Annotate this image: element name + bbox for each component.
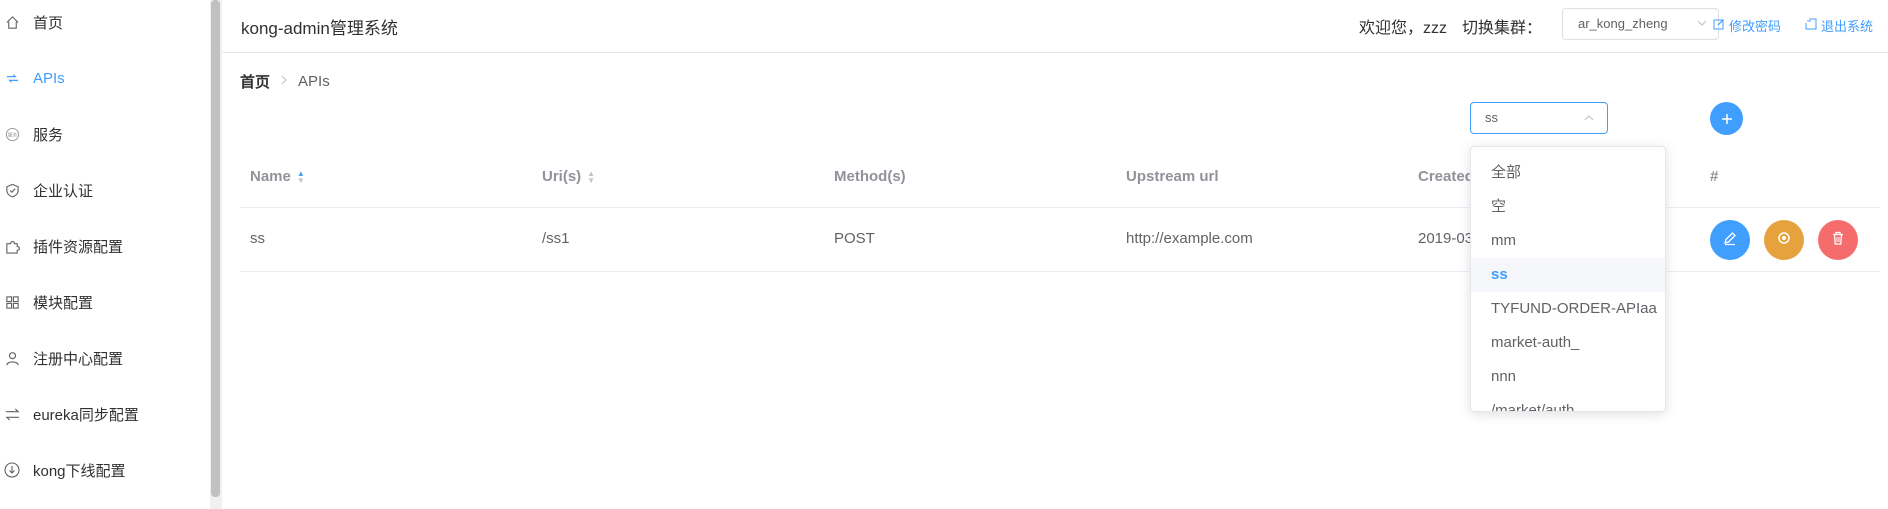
chevron-right-icon (280, 74, 288, 89)
cell-methods: POST (834, 230, 875, 247)
cell-upstream: http://example.com (1126, 230, 1253, 247)
column-header-methods: Method(s) (834, 168, 906, 185)
column-header-name[interactable]: Name ▲ ▼ (250, 168, 305, 185)
logout-icon (1805, 18, 1817, 33)
sidebar-item-enterprise-auth[interactable]: 企业认证 (0, 162, 210, 218)
chevron-up-icon (1583, 103, 1595, 144)
sidebar: 首页 APIs 服务 服务 企业认证 插件资源配置 模块配置 注册中心配置 eu… (0, 0, 222, 509)
sidebar-item-label: 插件资源配置 (33, 238, 124, 256)
welcome-text: 欢迎您，zzz (1359, 20, 1448, 37)
delete-button[interactable] (1818, 220, 1858, 260)
sidebar-item-label: 企业认证 (33, 182, 94, 200)
api-filter-select[interactable]: ss (1470, 102, 1608, 134)
dropdown-option[interactable]: /market/auth (1471, 394, 1665, 411)
dropdown-option-selected[interactable]: ss (1471, 258, 1665, 292)
sidebar-item-module-config[interactable]: 模块配置 (0, 274, 210, 330)
sidebar-item-label: APIs (33, 69, 65, 87)
dropdown-option[interactable]: 空 (1471, 190, 1665, 224)
sidebar-item-label: 服务 (33, 126, 64, 144)
sidebar-item-label: 首页 (33, 14, 64, 32)
logout-link[interactable]: 退出系统 (1805, 16, 1873, 35)
sidebar-item-kong-offline[interactable]: kong下线配置 (0, 442, 210, 498)
cell-name: ss (250, 230, 265, 247)
dropdown-option[interactable]: market-auth_ (1471, 326, 1665, 360)
dropdown-option[interactable]: 全部 (1471, 156, 1665, 190)
sidebar-item-services[interactable]: 服务 服务 (0, 106, 210, 162)
logout-label: 退出系统 (1821, 19, 1874, 34)
edit-icon (1713, 18, 1725, 33)
download-icon (4, 462, 20, 478)
sidebar-item-apis[interactable]: APIs (0, 50, 210, 106)
breadcrumb-current: APIs (298, 73, 330, 90)
sidebar-item-registry-config[interactable]: 注册中心配置 (0, 330, 210, 386)
sidebar-item-label: eureka同步配置 (33, 406, 139, 424)
column-header-label: Uri(s) (542, 168, 582, 185)
breadcrumb: 首页 APIs (240, 71, 330, 92)
sidebar-item-plugin-resources[interactable]: 插件资源配置 (0, 218, 210, 274)
plus-icon (1721, 109, 1733, 129)
sidebar-scrollbar-thumb[interactable] (211, 0, 220, 497)
app-title: kong-admin管理系统 (241, 19, 398, 38)
user-icon (4, 350, 20, 366)
cluster-label: 切换集群： (1462, 20, 1543, 37)
plugin-button[interactable] (1764, 220, 1804, 260)
trash-icon (1830, 230, 1846, 251)
cluster-select-value: ar_kong_zheng (1578, 16, 1668, 31)
shield-icon (4, 182, 20, 198)
column-header-label: Name (250, 168, 291, 185)
settings-icon (1776, 230, 1792, 251)
sidebar-item-label: 注册中心配置 (33, 350, 124, 368)
cell-created: 2019-03 (1418, 230, 1474, 247)
module-icon (4, 294, 20, 310)
api-filter-value: ss (1485, 110, 1498, 125)
api-filter-dropdown: 全部 空 mm ss TYFUND-ORDER-APIaa market-aut… (1470, 146, 1666, 412)
svg-text:服务: 服务 (7, 131, 17, 138)
column-header-created: Created (1418, 168, 1474, 185)
change-password-label: 修改密码 (1729, 19, 1782, 34)
sidebar-item-home[interactable]: 首页 (0, 0, 210, 50)
sort-icon[interactable]: ▲ ▼ (587, 169, 595, 184)
edit-icon (1722, 230, 1738, 251)
sort-icon[interactable]: ▲ ▼ (297, 169, 305, 184)
cell-uris: /ss1 (542, 230, 570, 247)
home-icon (4, 14, 20, 30)
api-icon (4, 70, 20, 86)
top-header: kong-admin管理系统 欢迎您，zzz 切换集群： ar_kong_zhe… (222, 0, 1888, 53)
dropdown-option[interactable]: TYFUND-ORDER-APIaa (1471, 292, 1665, 326)
sidebar-item-eureka-sync[interactable]: eureka同步配置 (0, 386, 210, 442)
column-header-actions: # (1710, 168, 1719, 185)
change-password-link[interactable]: 修改密码 (1713, 16, 1781, 35)
sync-icon (4, 406, 20, 422)
breadcrumb-home[interactable]: 首页 (240, 71, 270, 92)
puzzle-icon (4, 238, 20, 254)
dropdown-option[interactable]: mm (1471, 224, 1665, 258)
dropdown-option[interactable]: nnn (1471, 360, 1665, 394)
column-header-upstream: Upstream url (1126, 168, 1219, 185)
add-api-button[interactable] (1710, 102, 1743, 135)
chevron-down-icon (1696, 9, 1708, 50)
edit-button[interactable] (1710, 220, 1750, 260)
sidebar-item-label: 模块配置 (33, 294, 94, 312)
column-header-uris[interactable]: Uri(s) ▲ ▼ (542, 168, 595, 185)
service-icon: 服务 (4, 126, 20, 142)
cluster-select[interactable]: ar_kong_zheng (1562, 8, 1719, 40)
sidebar-item-label: kong下线配置 (33, 462, 126, 480)
